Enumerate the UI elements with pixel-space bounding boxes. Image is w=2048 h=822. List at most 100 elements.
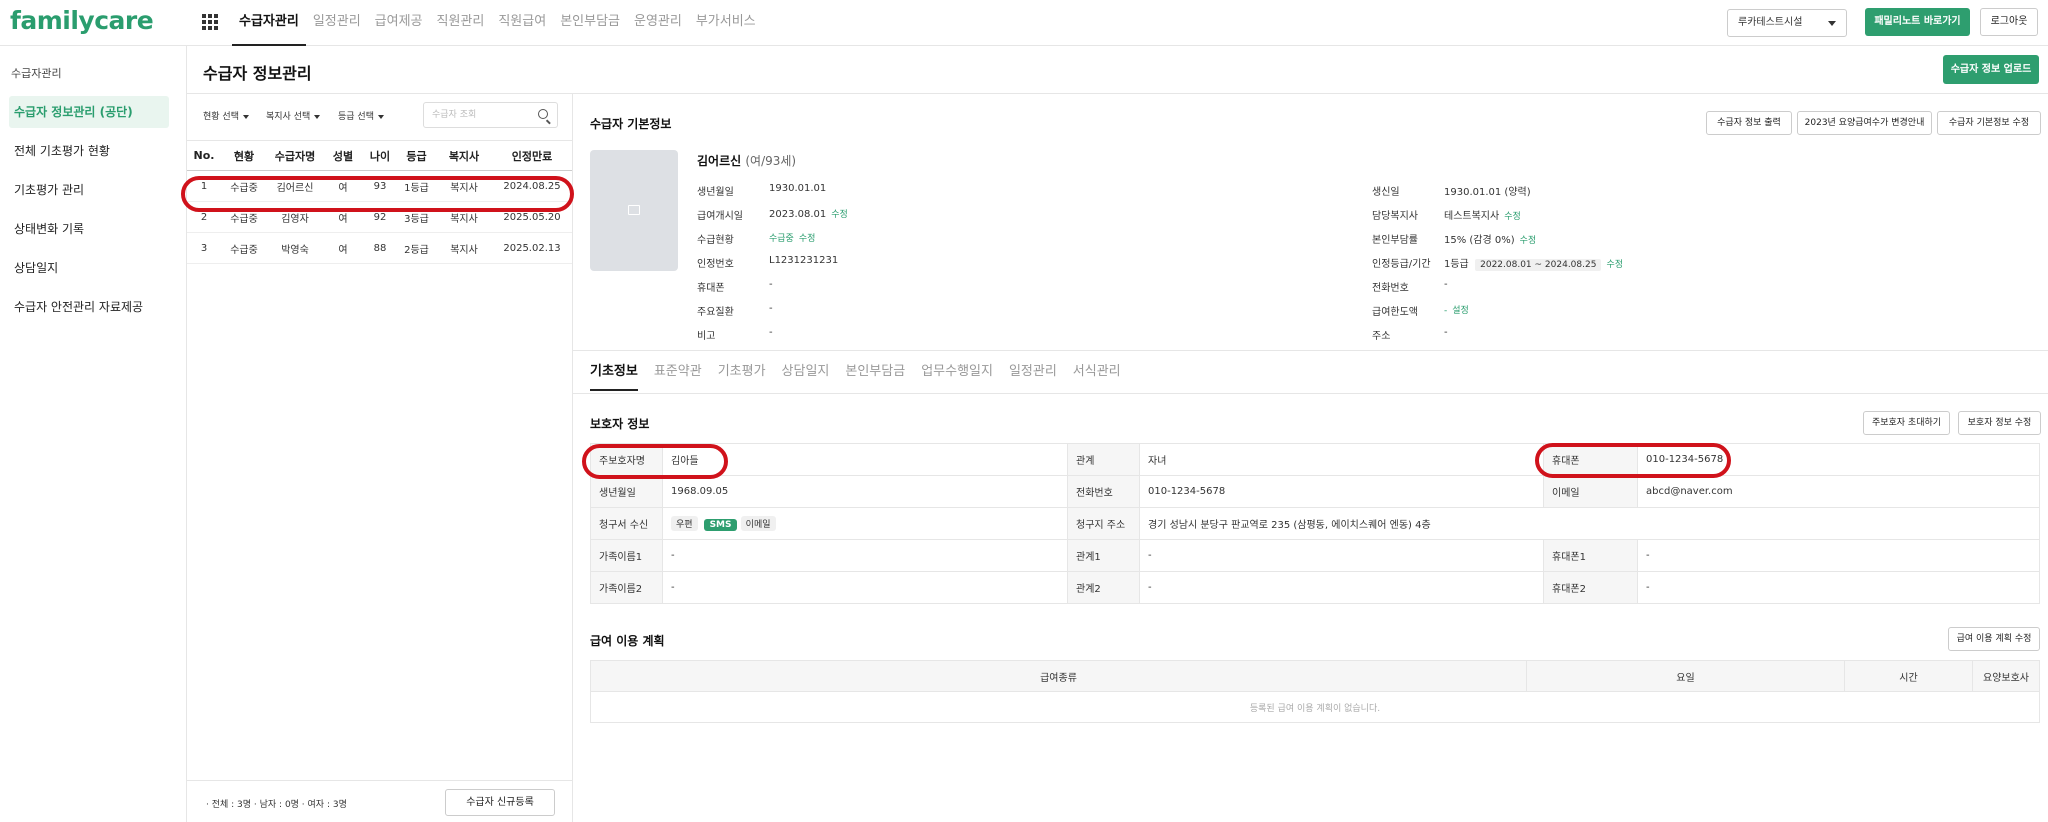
cell-value: 우편 SMS 이메일 bbox=[662, 507, 1068, 540]
grade-filter[interactable]: 등급 선택 bbox=[338, 109, 384, 122]
new-recipient-button[interactable]: 수급자 신규등록 bbox=[445, 789, 555, 816]
edit-status-link[interactable]: 수정 bbox=[799, 234, 816, 244]
cell-label: 이메일 bbox=[1543, 475, 1638, 508]
invite-guardian-button[interactable]: 주보호자 초대하기 bbox=[1863, 411, 1950, 435]
label-tel: 전화번호 bbox=[1372, 283, 1409, 294]
cell-no: 2 bbox=[187, 201, 221, 233]
table-row[interactable]: 1 수급중 김어르신 여 93 1등급 복지사 2024.08.25 bbox=[187, 170, 572, 202]
set-limit-link[interactable]: 설정 bbox=[1452, 306, 1469, 316]
logout-button[interactable]: 로그아웃 bbox=[1980, 8, 2038, 36]
col-gender[interactable]: 성별 bbox=[323, 140, 363, 171]
worker-name: 테스트복지사 bbox=[1444, 211, 1500, 222]
sidebar-item-assessment-status[interactable]: 전체 기초평가 현황 bbox=[9, 135, 169, 167]
print-info-button[interactable]: 수급자 정보 출력 bbox=[1706, 111, 1792, 135]
tab-forms[interactable]: 서식관리 bbox=[1073, 353, 1121, 391]
cell-gender: 여 bbox=[323, 201, 363, 233]
edit-plan-button[interactable]: 급여 이용 계획 수정 bbox=[1948, 627, 2040, 651]
search-icon[interactable] bbox=[538, 109, 548, 119]
logo[interactable]: familycare bbox=[10, 6, 154, 35]
plan-title: 급여 이용 계획 bbox=[590, 634, 665, 648]
col-age[interactable]: 나이 bbox=[363, 140, 397, 171]
table-row[interactable]: 3 수급중 박영숙 여 88 2등급 복지사 2025.02.13 bbox=[187, 232, 572, 264]
sidebar-item-recipient-info[interactable]: 수급자 정보관리 (공단) bbox=[9, 96, 169, 128]
table-header-row: 급여종류 요일 시간 요양보호사 bbox=[590, 660, 2040, 692]
col-status[interactable]: 현황 bbox=[221, 140, 267, 171]
cell-grade: 3등급 bbox=[397, 201, 436, 233]
col-worker[interactable]: 복지사 bbox=[436, 140, 492, 171]
nav-item-schedule[interactable]: 일정관리 bbox=[306, 0, 368, 46]
receive-option-sms[interactable]: SMS bbox=[703, 519, 738, 531]
tab-work-log[interactable]: 업무수행일지 bbox=[921, 353, 993, 391]
receive-option-mail[interactable]: 우편 bbox=[671, 516, 698, 531]
edit-rate-link[interactable]: 수정 bbox=[1520, 236, 1537, 246]
worker-filter-label: 복지사 선택 bbox=[266, 112, 311, 122]
sidebar-item-counseling[interactable]: 상담일지 bbox=[9, 252, 169, 284]
cell-value: 010-1234-5678 bbox=[1637, 443, 2040, 476]
fee-change-guide-button[interactable]: 2023년 요양급여수가 변경안내 bbox=[1797, 111, 1932, 135]
cell-value: 1968.09.05 bbox=[662, 475, 1068, 508]
profile-photo[interactable] bbox=[590, 150, 678, 271]
upload-button[interactable]: 수급자 정보 업로드 bbox=[1943, 55, 2039, 84]
search-input[interactable] bbox=[424, 103, 524, 127]
facility-select[interactable]: 루카테스트시설 bbox=[1727, 9, 1847, 37]
edit-basic-info-button[interactable]: 수급자 기본정보 수정 bbox=[1937, 111, 2041, 135]
cell-age: 88 bbox=[363, 232, 397, 264]
status-filter[interactable]: 현황 선택 bbox=[203, 109, 249, 122]
sidebar-item-assessment[interactable]: 기초평가 관리 bbox=[9, 174, 169, 206]
cell-label: 주보호자명 bbox=[590, 443, 663, 476]
cell-label: 휴대폰1 bbox=[1543, 539, 1638, 572]
table-row[interactable]: 2 수급중 김영자 여 92 3등급 복지사 2025.05.20 bbox=[187, 201, 572, 233]
guardian-title: 보호자 정보 bbox=[590, 417, 650, 431]
edit-grade-link[interactable]: 수정 bbox=[1606, 260, 1623, 270]
sidebar-item-safety[interactable]: 수급자 안전관리 자료제공 bbox=[9, 291, 169, 323]
cell-label: 생년월일 bbox=[590, 475, 663, 508]
plan-table: 급여종류 요일 시간 요양보호사 등록된 급여 이용 계획이 없습니다. bbox=[590, 660, 2040, 723]
recipient-age: (여/93세) bbox=[745, 154, 797, 168]
tab-counseling[interactable]: 상담일지 bbox=[782, 353, 830, 391]
main-nav: 수급자관리 일정관리 급여제공 직원관리 직원급여 본인부담금 운영관리 부가서… bbox=[232, 0, 763, 46]
apps-grid-icon[interactable] bbox=[202, 14, 218, 30]
nav-item-recipients[interactable]: 수급자관리 bbox=[232, 0, 306, 46]
nav-item-payroll[interactable]: 직원급여 bbox=[491, 0, 553, 46]
label-limit: 급여한도액 bbox=[1372, 307, 1418, 318]
nav-item-copay[interactable]: 본인부담금 bbox=[553, 0, 627, 46]
nav-item-benefits[interactable]: 급여제공 bbox=[368, 0, 430, 46]
tab-basic-info[interactable]: 기초정보 bbox=[590, 353, 638, 391]
cell-worker: 복지사 bbox=[436, 232, 492, 264]
tab-schedule[interactable]: 일정관리 bbox=[1009, 353, 1057, 391]
divider bbox=[573, 393, 2048, 394]
col-expiry[interactable]: 인정만료 bbox=[492, 140, 572, 171]
cell-value: 김아들 bbox=[662, 443, 1068, 476]
value-grade: 1등급 2022.08.01 ~ 2024.08.25 수정 bbox=[1444, 255, 1623, 271]
cell-label: 관계 bbox=[1067, 443, 1140, 476]
tab-terms[interactable]: 표준약관 bbox=[654, 353, 702, 391]
edit-start-link[interactable]: 수정 bbox=[831, 210, 848, 220]
tab-assessment[interactable]: 기초평가 bbox=[718, 353, 766, 391]
basic-info-title: 수급자 기본정보 bbox=[590, 117, 672, 131]
worker-filter[interactable]: 복지사 선택 bbox=[266, 109, 321, 122]
nav-item-staff[interactable]: 직원관리 bbox=[430, 0, 492, 46]
cell-gender: 여 bbox=[323, 170, 363, 202]
value-disease: - bbox=[769, 303, 773, 314]
chevron-down-icon bbox=[314, 114, 321, 119]
cell-expiry: 2024.08.25 bbox=[492, 170, 572, 202]
col-grade[interactable]: 등급 bbox=[397, 140, 436, 171]
family-note-button[interactable]: 패밀리노트 바로가기 bbox=[1865, 8, 1970, 36]
cell-expiry: 2025.02.13 bbox=[492, 232, 572, 264]
cell-value: - bbox=[1637, 571, 2040, 604]
nav-item-operations[interactable]: 운영관리 bbox=[627, 0, 689, 46]
guardian-table: 주보호자명 김아들 관계 자녀 휴대폰 010-1234-5678 생년월일 1… bbox=[590, 443, 2040, 604]
col-name[interactable]: 수급자명 bbox=[267, 140, 323, 171]
label-rate: 본인부담률 bbox=[1372, 235, 1418, 246]
divider bbox=[573, 350, 2048, 351]
col-no[interactable]: No. bbox=[187, 140, 221, 171]
edit-worker-link[interactable]: 수정 bbox=[1504, 212, 1521, 222]
limit-value: - bbox=[1444, 306, 1448, 316]
tab-copay[interactable]: 본인부담금 bbox=[845, 353, 905, 391]
sidebar-item-status-change[interactable]: 상태변화 기록 bbox=[9, 213, 169, 245]
search-box bbox=[423, 102, 558, 128]
edit-guardian-button[interactable]: 보호자 정보 수정 bbox=[1958, 411, 2041, 435]
nav-item-addons[interactable]: 부가서비스 bbox=[689, 0, 763, 46]
receive-option-email[interactable]: 이메일 bbox=[740, 516, 776, 531]
cell-value: - bbox=[662, 539, 1068, 572]
